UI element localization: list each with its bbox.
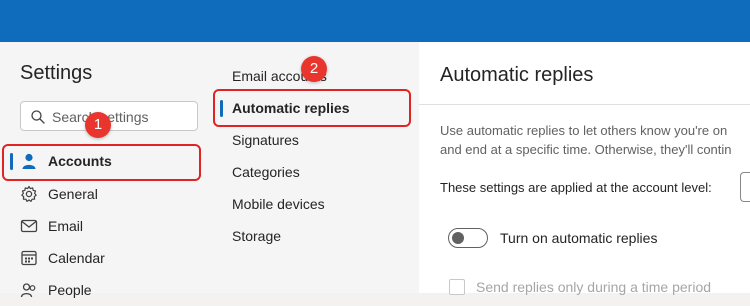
divider bbox=[419, 104, 750, 105]
automatic-replies-toggle[interactable] bbox=[448, 228, 488, 248]
callout-highlight-automatic-replies bbox=[213, 89, 411, 127]
nav-item-email[interactable]: Email bbox=[0, 210, 218, 242]
account-select-dropdown[interactable] bbox=[740, 172, 750, 202]
app-header-bar bbox=[0, 0, 750, 42]
submenu-item-label: Storage bbox=[232, 228, 282, 244]
submenu-item-storage[interactable]: Storage bbox=[218, 220, 419, 252]
page-title: Automatic replies bbox=[440, 64, 594, 86]
settings-title: Settings bbox=[20, 62, 93, 84]
description-line: Use automatic replies to let others know… bbox=[440, 123, 728, 138]
submenu-item-label: Mobile devices bbox=[232, 196, 325, 212]
callout-badge-2: 2 bbox=[301, 56, 327, 82]
calendar-icon bbox=[21, 250, 37, 266]
toggle-knob bbox=[452, 232, 464, 244]
nav-item-label: Email bbox=[48, 218, 84, 234]
search-icon bbox=[31, 110, 45, 124]
submenu-item-mobile-devices[interactable]: Mobile devices bbox=[218, 188, 419, 220]
nav-item-label: Calendar bbox=[48, 250, 105, 266]
nav-item-label: General bbox=[48, 186, 98, 202]
description-text: Use automatic replies to let others know… bbox=[440, 121, 750, 159]
automatic-replies-pane: Automatic replies Use automatic replies … bbox=[419, 42, 750, 295]
toggle-label: Turn on automatic replies bbox=[500, 230, 658, 246]
account-level-label: These settings are applied at the accoun… bbox=[440, 180, 712, 195]
callout-highlight-accounts bbox=[2, 144, 201, 181]
description-line: and end at a specific time. Otherwise, t… bbox=[440, 142, 732, 157]
submenu-item-signatures[interactable]: Signatures bbox=[218, 124, 419, 156]
submenu-item-label: Signatures bbox=[232, 132, 299, 148]
mail-icon bbox=[20, 219, 38, 233]
callout-badge-1: 1 bbox=[85, 112, 111, 138]
gear-icon bbox=[21, 185, 37, 202]
nav-item-general[interactable]: General bbox=[0, 178, 218, 210]
nav-item-people[interactable]: People bbox=[0, 274, 218, 306]
submenu-item-categories[interactable]: Categories bbox=[218, 156, 419, 188]
nav-item-calendar[interactable]: Calendar bbox=[0, 242, 218, 274]
nav-item-label: People bbox=[48, 282, 92, 298]
people-icon bbox=[20, 283, 36, 298]
submenu-item-label: Categories bbox=[232, 164, 300, 180]
